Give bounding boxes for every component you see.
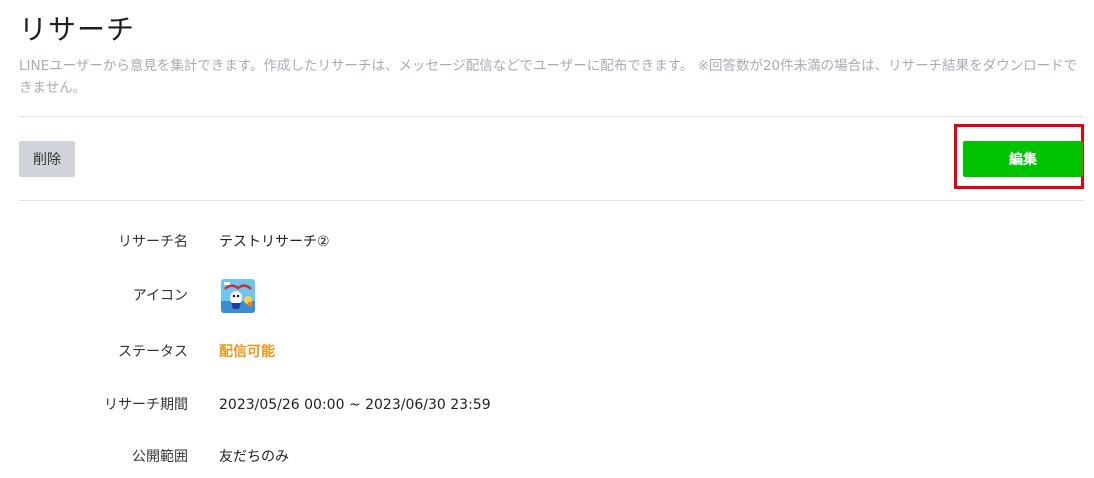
research-period: 2023/05/26 00:00 ~ 2023/06/30 23:59: [219, 397, 491, 413]
page-title: リサーチ: [19, 13, 136, 46]
detail-row-status: ステータス 配信可能: [0, 337, 1094, 367]
detail-row-period: リサーチ期間 2023/05/26 00:00 ~ 2023/06/30 23:…: [0, 390, 1094, 420]
divider: [19, 200, 1084, 201]
edit-button[interactable]: 編集: [963, 141, 1083, 177]
delete-button[interactable]: 削除: [19, 141, 75, 177]
detail-label: 公開範囲: [132, 449, 188, 465]
research-thumbnail-icon: [221, 279, 255, 313]
divider: [19, 116, 1084, 117]
detail-row-visibility: 公開範囲 友だちのみ: [0, 442, 1094, 472]
research-name: テストリサーチ②: [219, 234, 330, 250]
detail-label: ステータス: [118, 344, 188, 360]
status-badge: 配信可能: [219, 344, 275, 360]
page-description: LINEユーザーから意見を集計できます。作成したリサーチは、メッセージ配信などで…: [19, 58, 1078, 96]
detail-row-name: リサーチ名 テストリサーチ②: [0, 227, 1094, 257]
visibility-value: 友だちのみ: [219, 449, 289, 465]
detail-label: リサーチ期間: [104, 397, 188, 413]
detail-label: アイコン: [132, 288, 188, 304]
detail-label: リサーチ名: [118, 234, 188, 250]
detail-row-icon: アイコン: [0, 279, 1094, 313]
